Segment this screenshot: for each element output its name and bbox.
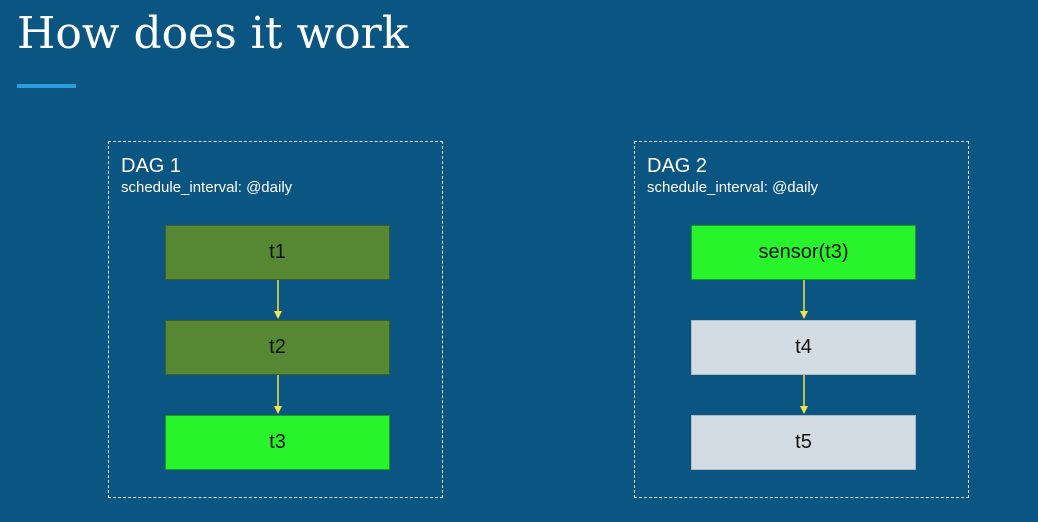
slide-title: How does it work — [17, 8, 409, 59]
dag-2-schedule: schedule_interval: @daily — [647, 179, 819, 196]
dag-2-container: DAG 2 schedule_interval: @daily sensor(t… — [634, 141, 969, 498]
dag-2-task-sensor: sensor(t3) — [691, 225, 916, 280]
dag-1-task-t1: t1 — [165, 225, 390, 280]
dag-1-container: DAG 1 schedule_interval: @daily t1 t2 t3 — [108, 141, 443, 498]
dag-2-name: DAG 2 — [647, 155, 708, 177]
title-underline — [17, 84, 76, 88]
dag-1-name: DAG 1 — [121, 155, 182, 177]
dag-1-arrow-t2-t3 — [274, 375, 282, 414]
dag-2-arrow-t4-t5 — [800, 375, 808, 414]
dag-1-schedule: schedule_interval: @daily — [121, 179, 293, 196]
dag-1-arrow-t1-t2 — [274, 280, 282, 319]
dag-1-task-t3: t3 — [165, 415, 390, 470]
dag-2-task-t5: t5 — [691, 415, 916, 470]
dag-2-task-t4: t4 — [691, 320, 916, 375]
dag-2-arrow-sensor-t4 — [800, 280, 808, 319]
dag-1-task-t2: t2 — [165, 320, 390, 375]
